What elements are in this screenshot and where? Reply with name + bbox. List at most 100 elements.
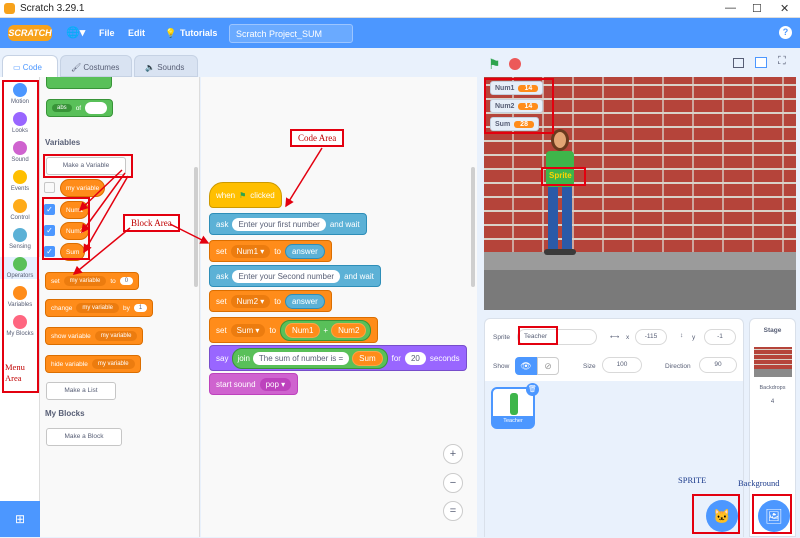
close-button[interactable]: ✕ [780,2,789,15]
tab-sounds[interactable]: 🔈 Sounds [134,55,198,77]
ask-label: ask [216,271,229,281]
show-variable-block[interactable]: show variable my variable [45,327,144,345]
abs-dropdown[interactable]: abs [52,104,72,112]
say-label: say [216,353,229,363]
ask-second-input[interactable]: Enter your Second number [232,269,341,283]
code-icon: ▭ [13,63,23,72]
title-bar: Scratch 3.29.1 — ☐ ✕ [0,0,800,18]
op-block-top[interactable] [46,77,112,89]
zoom-reset-button[interactable]: = [443,501,463,521]
set-label: set [216,246,227,256]
backdrops-label: Backdrops [759,385,786,391]
set-sum-block[interactable]: set Sum ▾ to Num1 + Num2 [209,317,379,343]
x-input[interactable]: -115 [635,329,667,345]
add-operator-block[interactable]: Num1 + Num2 [280,319,372,341]
seconds-input[interactable]: 20 [404,351,426,365]
join-label: join [237,353,250,363]
sprite-leg-right [562,187,572,249]
change-var-dropdown[interactable]: my variable [76,303,120,313]
show-var-dropdown[interactable]: my variable [94,331,138,341]
abs-block[interactable]: abs of [46,99,114,117]
sprite-annotation: SPRITE [678,475,707,485]
num1-reporter[interactable]: Num1 [285,322,321,338]
zoom-out-button[interactable]: − [443,473,463,493]
change-value-input[interactable]: 1 [133,304,148,312]
maximize-button[interactable]: ☐ [752,2,762,15]
sprite-name-highlight [518,326,558,345]
when-label: when [216,190,236,200]
set-label: set [51,277,60,285]
make-block-button[interactable]: Make a Block [46,428,122,446]
delete-sprite-icon[interactable]: 🗑 [526,383,539,396]
sprite-thumb-teacher[interactable]: Teacher 🗑 [491,383,539,429]
var-reporter-myvariable[interactable]: my variable [60,179,106,197]
globe-icon[interactable]: 🌐▾ [66,26,85,39]
backdrop-thumbnail[interactable] [754,347,792,377]
num1-var-name: Num1 [236,246,259,256]
direction-label: Direction [665,363,691,370]
ask-second-block[interactable]: ask Enter your Second number and wait [209,265,381,287]
abs-input[interactable] [85,102,108,114]
set-sum-dropdown[interactable]: Sum ▾ [230,323,266,337]
num2-reporter[interactable]: Num2 [331,322,367,338]
file-menu[interactable]: File [99,28,115,38]
green-flag-button[interactable]: ⚑ [488,56,501,73]
show-visible-button[interactable]: 👁 [515,357,537,375]
size-input[interactable]: 100 [602,357,642,373]
y-arrows-icon: ↕ [680,332,684,339]
sprite-leg-left [548,187,558,249]
set-num2-block[interactable]: set Num2 ▾ to answer [209,290,332,312]
y-input[interactable]: -1 [704,329,736,345]
fullscreen-icon[interactable]: ⛶ [778,55,786,68]
say-for-secs-block[interactable]: say join The sum of number is = Sum for … [209,345,467,371]
teacher-sprite[interactable] [542,129,578,259]
stop-button[interactable] [509,58,521,70]
set-num1-block[interactable]: set Num1 ▾ to answer [209,240,332,262]
make-variable-highlight [43,154,133,178]
var-checkbox-myvariable[interactable] [44,182,55,193]
answer-reporter[interactable]: answer [284,243,325,259]
street [484,270,796,310]
help-icon[interactable]: ? [779,26,792,39]
edit-menu[interactable]: Edit [128,28,145,38]
sprite-shoes [544,249,576,255]
sound-dropdown[interactable]: pop ▾ [259,377,292,391]
large-stage-icon[interactable] [755,57,767,68]
set-num1-dropdown[interactable]: Num1 ▾ [230,244,271,258]
backdrop-button-highlight [752,494,792,534]
set-var-dropdown[interactable]: my variable [63,276,107,286]
answer-reporter[interactable]: answer [284,293,325,309]
when-flag-clicked-block[interactable]: when ⚑ clicked [209,182,282,208]
start-sound-block[interactable]: start sound pop ▾ [209,373,299,395]
sum-reporter[interactable]: Sum [352,350,383,366]
set-variable-block[interactable]: set my variable to 0 [45,272,140,290]
ask-first-input[interactable]: Enter your first number [232,217,326,231]
zoom-in-button[interactable]: + [443,444,463,464]
green-flag-icon: ⚑ [239,190,247,200]
join-text-input[interactable]: The sum of number is = [252,351,350,365]
palette-scrollbar[interactable] [194,167,198,287]
tab-costumes[interactable]: 🖌 Costumes [60,55,132,77]
set-num2-dropdown[interactable]: Num2 ▾ [230,294,271,308]
variables-heading: Variables [45,138,81,147]
script-scrollbar[interactable] [471,167,475,287]
join-block[interactable]: join The sum of number is = Sum [232,347,388,369]
make-list-button[interactable]: Make a List [46,382,116,400]
minimize-button[interactable]: — [725,2,736,14]
project-title-input[interactable]: Scratch Project_SUM [229,24,353,43]
by-label: by [123,304,130,312]
direction-input[interactable]: 90 [699,357,737,373]
scratch-logo[interactable]: SCRATCH [8,25,52,41]
hide-var-dropdown[interactable]: my variable [91,359,135,369]
set-value-input[interactable]: 0 [119,277,134,285]
ask-first-block[interactable]: ask Enter your first number and wait [209,213,367,235]
tutorials-menu[interactable]: Tutorials [180,28,217,38]
add-extension-button[interactable]: ⊞ [0,501,40,537]
hide-variable-block[interactable]: hide variable my variable [45,355,141,373]
show-hidden-button[interactable]: ⊘ [537,357,559,375]
small-stage-icon[interactable] [733,58,744,68]
abs-of-label: of [75,104,82,112]
sprite-name-label: Sprite [493,334,510,341]
tab-code[interactable]: ▭ Code [2,55,58,77]
change-variable-block[interactable]: change my variable by 1 [45,299,154,317]
